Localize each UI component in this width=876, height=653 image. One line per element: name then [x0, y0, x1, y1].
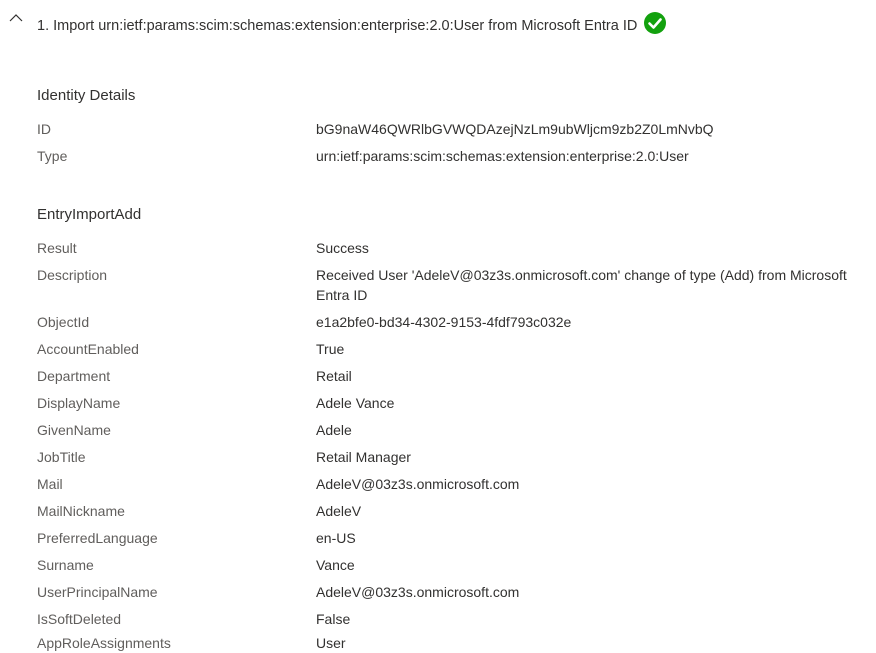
- detail-value: urn:ietf:params:scim:schemas:extension:e…: [316, 148, 689, 164]
- entry-key: MailNickname: [37, 503, 125, 519]
- entry-value: User: [316, 635, 346, 651]
- entry-value: Success: [316, 240, 369, 256]
- entry-key: IsSoftDeleted: [37, 611, 122, 627]
- check-circle-icon: [644, 12, 667, 34]
- entry-value: Received User 'AdeleV@03z3s.onmicrosoft.…: [316, 267, 847, 303]
- entry-value: False: [316, 611, 351, 627]
- step-title-text: 1. Import urn:ietf:params:scim:schemas:e…: [37, 18, 638, 34]
- entry-value: Retail: [316, 368, 352, 384]
- detail-value: bG9naW46QWRlbGVWQDAzejNzLm9ubWljcm9zb2Z0…: [316, 121, 714, 137]
- entry-key: AppRoleAssignments: [37, 635, 171, 651]
- entry-key: Mail: [37, 476, 63, 492]
- entry-key: UserPrincipalName: [37, 584, 158, 600]
- entry-key: GivenName: [37, 422, 111, 438]
- entry-value: Adele Vance: [316, 395, 395, 411]
- detail-key: ID: [37, 121, 51, 137]
- entry-key: JobTitle: [37, 449, 86, 465]
- entry-key: DisplayName: [37, 395, 121, 411]
- entry-key: PreferredLanguage: [37, 530, 158, 546]
- step-header[interactable]: 1. Import urn:ietf:params:scim:schemas:e…: [0, 0, 876, 40]
- chevron-up-icon[interactable]: [9, 13, 23, 23]
- entry-value: AdeleV: [316, 503, 362, 519]
- entry-key: AccountEnabled: [37, 341, 139, 357]
- entry-value: Adele: [316, 422, 352, 438]
- entry-value: Retail Manager: [316, 449, 411, 465]
- detail-key: Type: [37, 148, 68, 164]
- entry-value: True: [316, 341, 345, 357]
- entry-key: Surname: [37, 557, 94, 573]
- identity-details-title: Identity Details: [37, 87, 136, 104]
- entry-value: Vance: [316, 557, 355, 573]
- step-title: 1. Import urn:ietf:params:scim:schemas:e…: [37, 12, 667, 36]
- entry-value: AdeleV@03z3s.onmicrosoft.com: [316, 476, 520, 492]
- entry-key: ObjectId: [37, 314, 90, 330]
- entry-key: Description: [37, 267, 108, 283]
- entry-import-add-title: EntryImportAdd: [37, 206, 142, 223]
- entry-value: AdeleV@03z3s.onmicrosoft.com: [316, 584, 520, 600]
- entry-value: e1a2bfe0-bd34-4302-9153-4fdf793c032e: [316, 314, 572, 330]
- entry-key: Department: [37, 368, 111, 384]
- entry-key: Result: [37, 240, 77, 256]
- entry-value: en-US: [316, 530, 356, 546]
